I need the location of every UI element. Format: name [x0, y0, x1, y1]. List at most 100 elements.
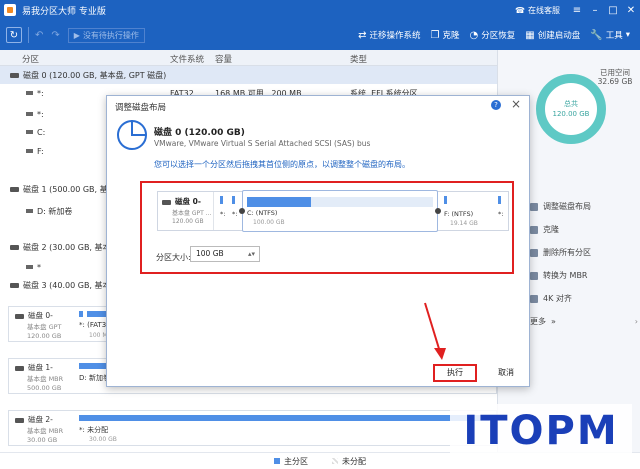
partition-bar: [232, 196, 235, 204]
disk-icon: [10, 72, 19, 78]
convert-mbr-action[interactable]: 转换为 MBR: [530, 264, 630, 287]
more-action[interactable]: 更多» ›: [530, 310, 638, 333]
partition-bar: [79, 311, 83, 317]
dialog-disk-desc: VMware, VMware Virtual S Serial Attached…: [154, 139, 371, 148]
dialog-title: 调整磁盘布局: [115, 103, 167, 113]
cancel-button[interactable]: 取消: [489, 364, 523, 382]
clone-button[interactable]: ❐ 克隆: [430, 29, 460, 42]
bootable-media-icon: ▦: [525, 29, 535, 41]
play-icon: ▶: [73, 30, 80, 40]
layout-partition[interactable]: *:: [220, 192, 230, 230]
used-space-label: 已用空间 32.69 GB: [597, 68, 633, 86]
disk-icon: [10, 244, 19, 250]
partition-icon: [26, 91, 33, 95]
legend-primary: 主分区: [274, 456, 308, 467]
partition-icon: [26, 112, 33, 116]
redo-icon[interactable]: ↷: [51, 30, 59, 41]
resize-handle-left[interactable]: [239, 208, 245, 214]
partition-used-bar: [247, 197, 311, 207]
partition-recovery-button[interactable]: ◔ 分区恢复: [469, 29, 516, 42]
maximize-button[interactable]: □: [604, 0, 622, 20]
online-service-link[interactable]: ☎ 在线客服: [515, 5, 560, 16]
partition-size-select[interactable]: 100 GB ▴▾: [190, 246, 260, 262]
disk-map-2[interactable]: 磁盘 2- 基本盘 MBR 30.00 GB *: 未分配 30.00 GB: [8, 410, 497, 446]
disk-icon: [15, 365, 24, 371]
bootable-media-button[interactable]: ▦ 创建启动盘: [525, 29, 580, 42]
tools-icon: 🔧: [590, 29, 603, 41]
disk-icon: [162, 199, 171, 205]
disk-icon: [15, 417, 24, 423]
clone-action[interactable]: 克隆: [530, 218, 630, 241]
clone-icon: ❐: [430, 29, 440, 41]
column-capacity[interactable]: 容量: [215, 53, 232, 65]
refresh-button[interactable]: ↻: [6, 27, 22, 43]
disk-layout-editor: 磁盘 0- 基本盘 GPT ... 120.00 GB *: *: C: (NT…: [157, 190, 509, 232]
minimize-button[interactable]: –: [586, 0, 604, 20]
migrate-os-icon: ⇄: [358, 29, 367, 41]
legend-swatch: [274, 458, 280, 464]
pending-operations-button[interactable]: ▶ 没有待执行操作: [67, 27, 145, 43]
partition-icon: [26, 265, 33, 269]
app-logo-icon: [4, 4, 16, 16]
delete-all-action[interactable]: 删除所有分区: [530, 241, 630, 264]
tools-button[interactable]: 🔧 工具 ▾: [590, 29, 630, 42]
layout-highlight-box: 磁盘 0- 基本盘 GPT ... 120.00 GB *: *: C: (NT…: [140, 181, 514, 274]
adjust-layout-dialog: 调整磁盘布局 ? × 磁盘 0 (120.00 GB) VMware, VMwa…: [106, 95, 530, 387]
partition-icon: [26, 149, 33, 153]
execute-button[interactable]: 执行: [433, 364, 477, 382]
align-4k-action[interactable]: 4K 对齐: [530, 287, 630, 310]
partition-recovery-icon: ◔: [469, 29, 479, 41]
c-partition-selected[interactable]: C: (NTFS) 100.00 GB: [242, 190, 438, 232]
migrate-os-button[interactable]: ⇄ 迁移操作系统: [358, 29, 420, 42]
unallocated-bar: [79, 415, 489, 421]
chevron-down-icon: ▾: [625, 30, 630, 40]
help-icon[interactable]: ?: [491, 100, 501, 110]
dialog-close-icon[interactable]: ×: [511, 97, 521, 111]
disk-layout-icon: [117, 120, 147, 150]
undo-icon[interactable]: ↶: [35, 30, 43, 41]
layout-icon: [530, 202, 538, 211]
dialog-hint: 您可以选择一个分区然后拖拽其首位侧的原点，以调整整个磁盘的布局。: [154, 160, 410, 169]
legend-swatch: [332, 458, 338, 464]
partition-bar: [444, 196, 447, 204]
resize-handle-right[interactable]: [435, 208, 441, 214]
column-type[interactable]: 类型: [350, 53, 367, 65]
watermark-logo: ITOPM: [450, 404, 632, 458]
convert-icon: [530, 271, 538, 280]
layout-partition[interactable]: *:: [498, 192, 508, 230]
align-icon: [530, 294, 538, 303]
adjust-layout-action[interactable]: 调整磁盘布局: [530, 195, 630, 218]
partition-bar: [79, 363, 109, 369]
legend-unallocated: 未分配: [332, 456, 366, 467]
close-button[interactable]: ✕: [622, 0, 640, 20]
clone-icon: [530, 225, 538, 234]
layout-partition[interactable]: F: (NTFS) 19.14 GB: [442, 192, 496, 230]
stepper-icon: ▴▾: [247, 250, 255, 258]
table-row[interactable]: 磁盘 0 (120.00 GB, 基本盘, GPT 磁盘): [0, 66, 497, 84]
disk-icon: [10, 186, 19, 192]
partition-bar: [498, 196, 501, 204]
disk-actions: 调整磁盘布局 克隆 删除所有分区 转换为 MBR 4K 对齐 更多» ›: [530, 195, 638, 333]
disk-icon: [15, 313, 24, 319]
toolbar-divider: [28, 27, 29, 43]
title-bar: 易我分区大师 专业版 ☎ 在线客服 ≡ – □ ✕: [0, 0, 640, 20]
delete-icon: [530, 248, 538, 257]
refresh-icon: ↻: [9, 29, 19, 41]
column-partition[interactable]: 分区: [22, 53, 39, 65]
column-filesystem[interactable]: 文件系统: [170, 53, 204, 65]
disk-icon: [10, 282, 19, 288]
menu-icon[interactable]: ≡: [568, 0, 586, 20]
partition-size-label: 分区大小:: [156, 253, 191, 262]
partition-icon: [26, 130, 33, 134]
app-title: 易我分区大师 专业版: [22, 6, 106, 17]
layout-disk-info: 磁盘 0- 基本盘 GPT ... 120.00 GB: [158, 192, 214, 230]
headset-icon: ☎: [515, 5, 525, 15]
partition-bar: [220, 196, 223, 204]
table-header: 分区 文件系统 容量 类型: [0, 50, 497, 66]
partition-icon: [26, 209, 33, 213]
toolbar: ↻ ↶ ↷ ▶ 没有待执行操作 ⇄ 迁移操作系统 ❐ 克隆 ◔ 分区恢复 ▦ 创…: [0, 20, 640, 50]
chevron-right-icon: ›: [634, 317, 638, 326]
dialog-disk-title: 磁盘 0 (120.00 GB): [154, 128, 245, 138]
more-icon: »: [551, 317, 556, 326]
partition-free-bar: [311, 197, 433, 207]
